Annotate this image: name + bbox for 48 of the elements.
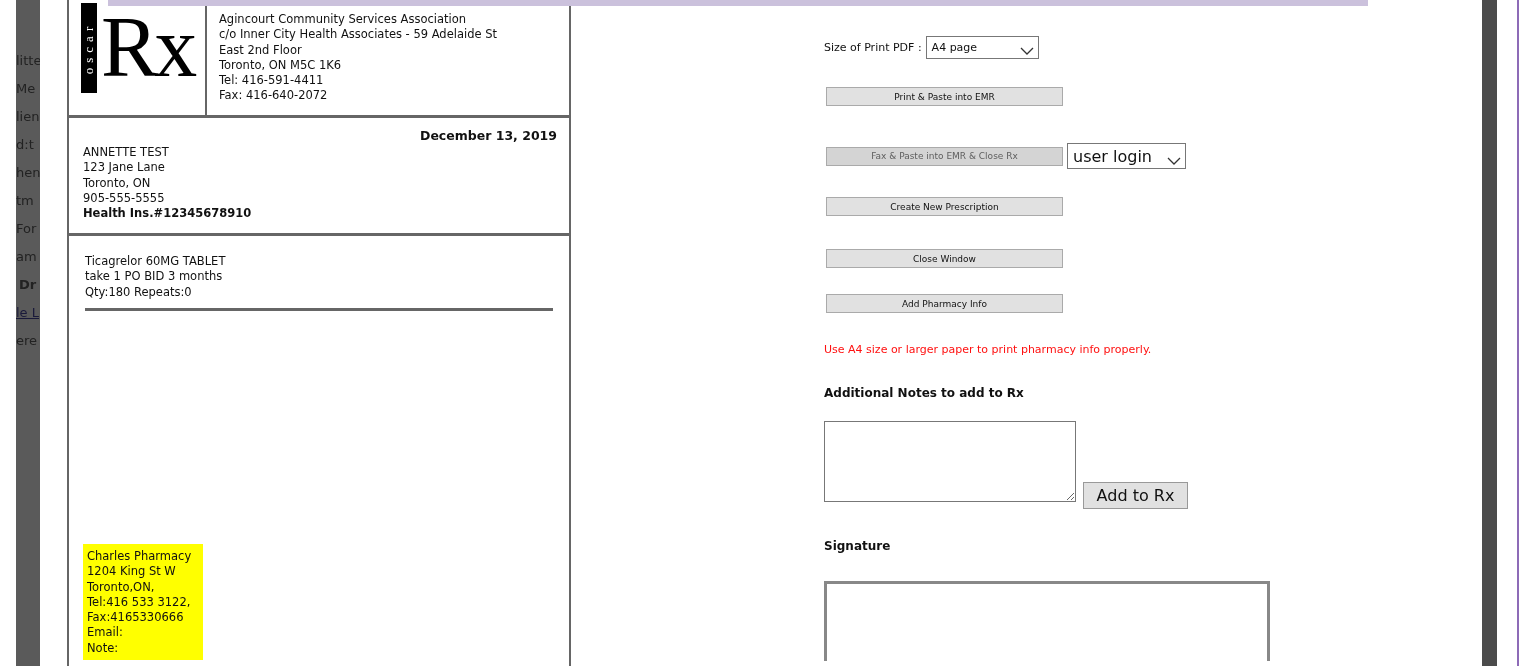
drug-line: take 1 PO BID 3 months: [85, 269, 224, 285]
drug-line: Qty:180 Repeats:0: [85, 284, 193, 300]
logo-side-text: oscar: [81, 21, 97, 75]
patient-line: ANNETTE TEST: [83, 145, 170, 161]
health-insurance-number: Health Ins.#12345678910: [83, 206, 253, 222]
action-button[interactable]: Create New Prescription: [826, 197, 1063, 216]
background-text: Dr: [19, 276, 37, 294]
pharmacy-line: Toronto,ON,: [87, 579, 156, 595]
pharmacy-line: 1204 King St W: [87, 564, 177, 580]
pharmacy-line: Tel:416 533 3122,: [87, 594, 192, 611]
page-size-select[interactable]: A4 page: [925, 36, 1039, 59]
background-text: hen: [16, 164, 40, 182]
drug-line: Ticagrelor 60MG TABLET: [85, 254, 227, 270]
action-button[interactable]: Print & Paste into EMR: [826, 87, 1063, 106]
action-button[interactable]: Add Pharmacy Info: [826, 294, 1063, 313]
background-text: lien: [16, 108, 40, 126]
add-to-rx-button[interactable]: Add to Rx: [1083, 482, 1188, 509]
logo-mark: Rx: [101, 1, 195, 93]
chevron-down-icon: [1019, 47, 1034, 55]
warning-text: Use A4 size or larger paper to print pharmacy info properly.: [824, 343, 1153, 356]
pharmacy-line: Fax:4165330666: [87, 610, 185, 626]
chevron-down-icon: [1167, 157, 1181, 165]
background-text: am: [16, 248, 37, 266]
patient-line: 123 Jane Lane: [83, 160, 166, 176]
background-text: For: [16, 220, 37, 238]
clinic-line: Agincourt Community Services Association: [219, 12, 468, 28]
action-button[interactable]: Close Window: [826, 249, 1063, 268]
background-text: ere: [16, 332, 38, 350]
background-text: d:t: [16, 136, 34, 154]
signature-heading: Signature: [824, 539, 892, 553]
size-label: Size of Print PDF :: [824, 41, 922, 54]
clinic-line: Tel: 416-591-4411: [219, 73, 325, 89]
clinic-line: c/o Inner City Health Associates - 59 Adelaide St: [219, 27, 498, 43]
patient-line: Toronto, ON: [83, 175, 152, 191]
clinic-line: Toronto, ON M5C 1K6: [219, 57, 343, 74]
signature-pad[interactable]: [824, 581, 1270, 661]
pharmacy-line: Note:: [87, 640, 120, 656]
clinic-line: East 2nd Floor: [219, 42, 303, 58]
background-text: Me: [16, 80, 36, 98]
notes-field[interactable]: [824, 421, 1076, 502]
pharmacy-line: Email:: [87, 625, 124, 641]
patient-line: 905-555-5555: [83, 190, 166, 207]
notes-heading: Additional Notes to add to Rx: [824, 386, 1025, 400]
prescription-date: December 13, 2019: [420, 128, 557, 143]
background-text: litte: [16, 52, 40, 70]
background-text: tm: [16, 192, 34, 210]
clinic-line: Fax: 416-640-2072: [219, 88, 329, 104]
pharmacy-line: Charles Pharmacy: [87, 548, 192, 565]
